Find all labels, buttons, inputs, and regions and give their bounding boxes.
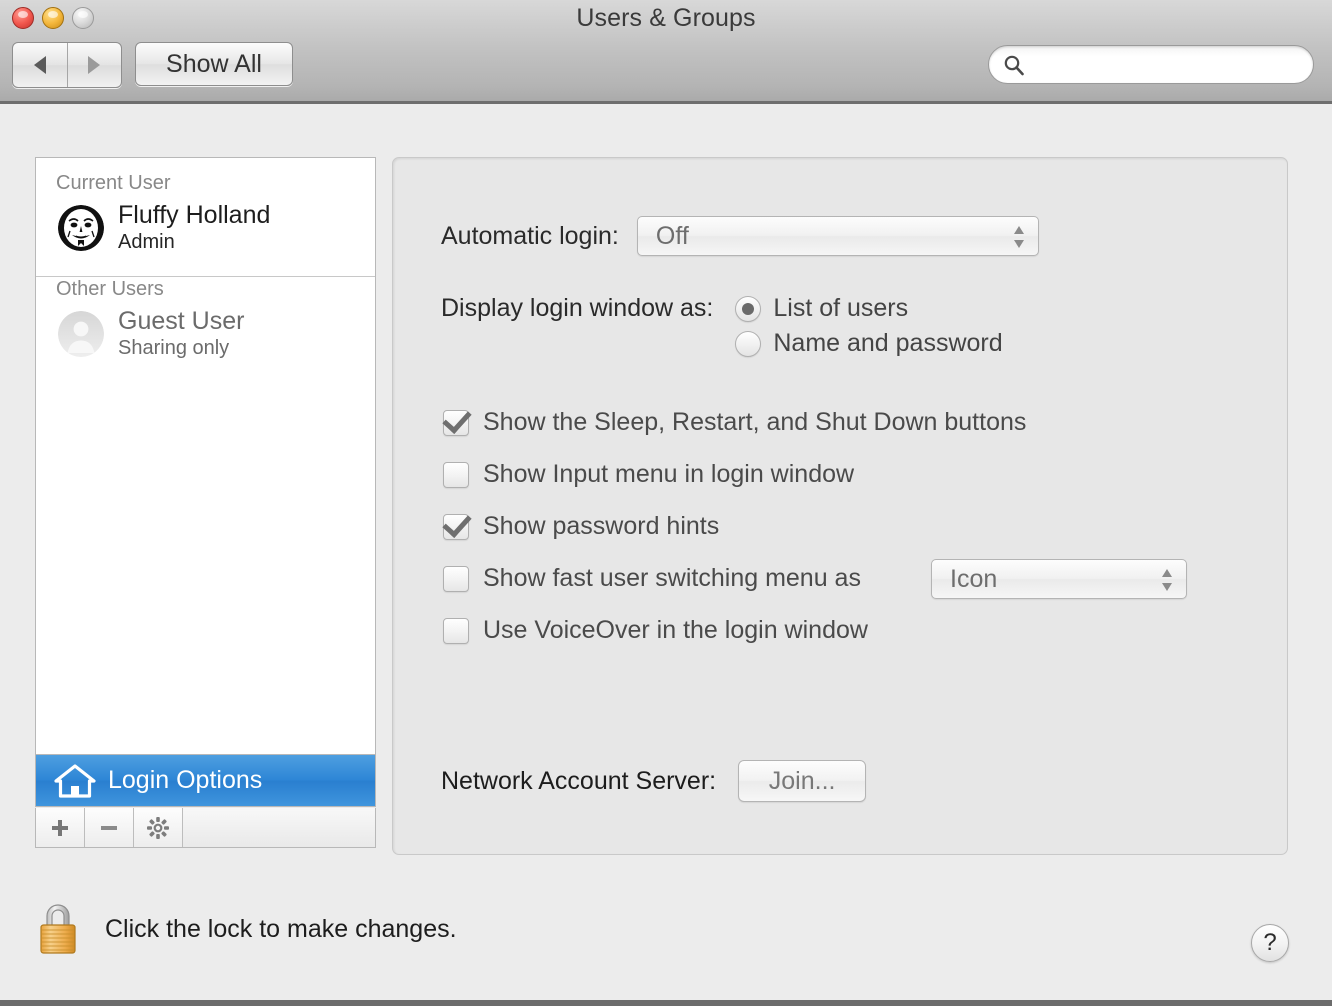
checkbox-label-password-hints: Show password hints xyxy=(483,512,719,541)
triangle-right-icon xyxy=(88,56,100,74)
automatic-login-label: Automatic login: xyxy=(441,222,619,251)
automatic-login-value: Off xyxy=(638,222,689,251)
checkbox-voiceover[interactable] xyxy=(443,618,469,644)
checkbox-input-menu[interactable] xyxy=(443,462,469,488)
fast-user-switching-value: Icon xyxy=(932,565,997,594)
login-options-panel: Automatic login: Off Display login windo… xyxy=(392,157,1288,855)
sidebar-toolbar xyxy=(35,808,376,848)
search-icon xyxy=(1003,54,1025,76)
display-login-window-row: Display login window as: List of users N… xyxy=(441,294,1003,364)
radio-option-list-of-users[interactable]: List of users xyxy=(735,294,1002,323)
network-account-server-row: Network Account Server: Join... xyxy=(441,760,866,802)
radio-option-name-and-password[interactable]: Name and password xyxy=(735,329,1002,358)
navigation-segmented-control[interactable] xyxy=(12,42,122,88)
login-options-label: Login Options xyxy=(108,766,262,795)
checkbox-label-input-menu: Show Input menu in login window xyxy=(483,460,854,489)
triangle-left-icon xyxy=(34,56,46,74)
search-field[interactable] xyxy=(988,45,1314,84)
house-icon xyxy=(54,764,96,798)
gear-icon xyxy=(146,816,170,840)
anonymous-mask-avatar xyxy=(58,205,104,251)
checkbox-row-input-menu[interactable]: Show Input menu in login window xyxy=(443,460,854,489)
sidebar-user-text: Guest User Sharing only xyxy=(118,307,244,360)
radio-label-name-and-password: Name and password xyxy=(773,329,1002,358)
back-button[interactable] xyxy=(13,43,67,87)
lock-message: Click the lock to make changes. xyxy=(105,915,457,944)
stepper-arrows-icon xyxy=(1012,223,1026,251)
display-login-window-radio-group[interactable]: List of users Name and password xyxy=(735,294,1002,364)
sidebar-group-header-other: Other Users xyxy=(36,264,375,305)
window-title: Users & Groups xyxy=(0,4,1332,33)
sidebar-item-guest-user[interactable]: Guest User Sharing only xyxy=(36,305,375,370)
sidebar-item-fluffy-holland[interactable]: Fluffy Holland Admin xyxy=(36,199,375,264)
sidebar-item-login-options[interactable]: Login Options xyxy=(36,754,375,806)
radio-button-name-and-password[interactable] xyxy=(735,331,761,357)
checkbox-label-sleep-restart-shutdown: Show the Sleep, Restart, and Shut Down b… xyxy=(483,408,1026,437)
user-list-sidebar[interactable]: Current User Fl xyxy=(35,157,376,807)
window-toolbar: Users & Groups Show All xyxy=(0,0,1332,104)
sidebar-user-role: Admin xyxy=(118,231,270,255)
checkbox-fast-user-switching[interactable] xyxy=(443,566,469,592)
sidebar-divider xyxy=(36,276,375,277)
preferences-window: Users & Groups Show All Current User xyxy=(0,0,1332,1000)
checkbox-row-password-hints[interactable]: Show password hints xyxy=(443,512,719,541)
checkbox-row-sleep-restart-shutdown[interactable]: Show the Sleep, Restart, and Shut Down b… xyxy=(443,408,1026,437)
radio-button-list-of-users[interactable] xyxy=(735,296,761,322)
checkbox-sleep-restart-shutdown[interactable] xyxy=(443,410,469,436)
generic-person-avatar xyxy=(58,311,104,357)
checkbox-password-hints[interactable] xyxy=(443,514,469,540)
sidebar-user-role: Sharing only xyxy=(118,337,244,361)
settings-button[interactable] xyxy=(134,808,183,847)
stepper-arrows-icon xyxy=(1160,566,1174,594)
sidebar-user-text: Fluffy Holland Admin xyxy=(118,201,270,254)
add-user-button[interactable] xyxy=(36,808,85,847)
search-input[interactable] xyxy=(1031,46,1305,85)
sidebar-group-header-current: Current User xyxy=(36,158,375,199)
checkbox-row-fast-user-switching[interactable]: Show fast user switching menu as xyxy=(443,564,861,593)
sidebar-toolbar-spacer xyxy=(183,808,375,847)
automatic-login-row: Automatic login: Off xyxy=(441,216,1039,256)
background-window-sliver xyxy=(0,1000,1332,1006)
checkbox-label-fast-user-switching: Show fast user switching menu as xyxy=(483,564,861,593)
sidebar-user-name: Guest User xyxy=(118,307,244,337)
minus-icon xyxy=(98,817,120,839)
help-button[interactable]: ? xyxy=(1251,924,1289,962)
join-button[interactable]: Join... xyxy=(738,760,866,802)
sidebar-user-name: Fluffy Holland xyxy=(118,201,270,231)
network-account-server-label: Network Account Server: xyxy=(441,767,716,796)
automatic-login-popup[interactable]: Off xyxy=(637,216,1039,256)
plus-icon xyxy=(49,817,71,839)
checkbox-label-voiceover: Use VoiceOver in the login window xyxy=(483,616,868,645)
display-login-window-label: Display login window as: xyxy=(441,294,713,322)
remove-user-button[interactable] xyxy=(85,808,134,847)
padlock-closed-icon[interactable] xyxy=(33,900,83,958)
forward-button[interactable] xyxy=(67,43,122,87)
radio-label-list-of-users: List of users xyxy=(773,294,908,323)
fast-user-switching-popup[interactable]: Icon xyxy=(931,559,1187,599)
checkbox-row-voiceover[interactable]: Use VoiceOver in the login window xyxy=(443,616,868,645)
show-all-button[interactable]: Show All xyxy=(135,42,293,86)
lock-area[interactable]: Click the lock to make changes. xyxy=(33,900,457,958)
